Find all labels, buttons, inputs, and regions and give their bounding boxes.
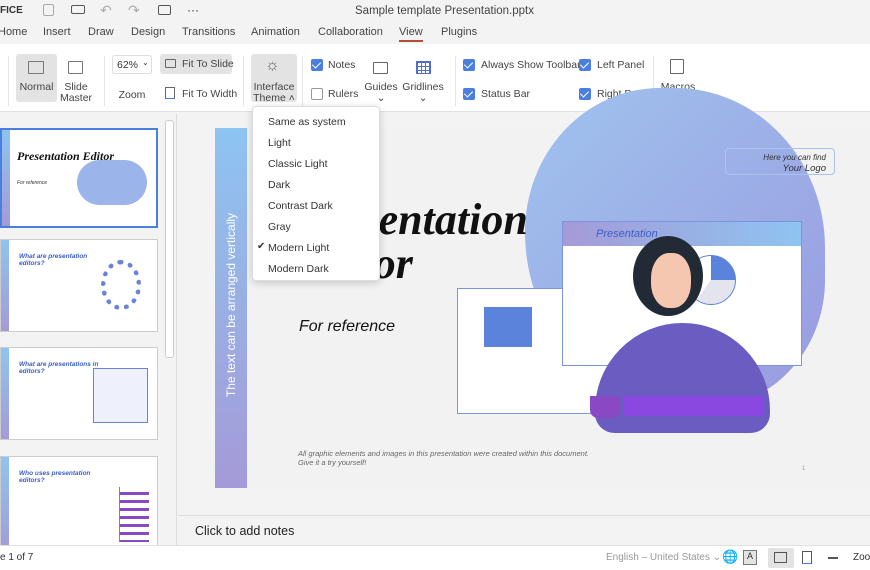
fit-slide-label: Fit To Slide <box>182 58 234 70</box>
normal-view-icon <box>28 61 44 74</box>
status-bar-label: Status Bar <box>481 88 531 100</box>
title-bar: FICE ↶ ↷ ··· Sample template Presentatio… <box>0 0 870 22</box>
left-panel-label: Left Panel <box>597 59 645 71</box>
fit-to-width-button[interactable]: Fit To Width <box>182 88 237 100</box>
logo-placeholder[interactable]: Here you can find Your Logo <box>725 148 835 175</box>
document-title: Sample template Presentation.pptx <box>355 5 534 17</box>
macros-icon <box>670 59 684 74</box>
zoom-label: Zoom <box>118 89 146 101</box>
tab-home[interactable]: Home <box>0 26 27 38</box>
status-bar: e 1 of 7 English – United States ⌄ 🌐 A Z… <box>0 545 870 570</box>
always-show-toolbar-checkbox[interactable] <box>463 59 475 71</box>
tab-plugins[interactable]: Plugins <box>441 26 477 38</box>
menu-item-contrast-dark[interactable]: Contrast Dark <box>268 200 333 212</box>
tab-insert[interactable]: Insert <box>43 26 71 38</box>
fit-slide-icon <box>165 59 176 68</box>
fit-width-icon <box>165 87 175 99</box>
guides-icon <box>373 62 388 74</box>
slide-counter: e 1 of 7 <box>0 552 34 563</box>
gridlines-icon <box>416 61 431 74</box>
fit-width-status-icon[interactable] <box>802 551 812 564</box>
illustration <box>101 260 141 310</box>
thumb-title: What are presentation editors? <box>19 253 88 267</box>
menu-item-gray[interactable]: Gray <box>268 221 291 233</box>
more-icon[interactable]: ··· <box>187 3 199 17</box>
menu-item-modern-light[interactable]: Modern Light <box>268 242 329 254</box>
tab-design[interactable]: Design <box>131 26 165 38</box>
sun-icon: ☼ <box>265 57 280 74</box>
slide-thumbnail-2[interactable]: What are presentation editors? <box>0 239 158 332</box>
guides-button[interactable]: Guides ⌄ <box>364 82 398 104</box>
redo-icon[interactable]: ↷ <box>128 2 140 19</box>
image-icon <box>484 307 532 347</box>
menu-item-same-as-system[interactable]: Same as system <box>268 116 346 128</box>
language-select[interactable]: English – United States ⌄ <box>606 552 721 563</box>
always-show-toolbar-label: Always Show Toolbar <box>481 59 581 71</box>
interface-theme-menu: Same as system Light Classic Light Dark … <box>252 106 380 281</box>
bar-chart <box>119 487 149 542</box>
slide-thumbnail-4[interactable]: Who uses presentation editors? <box>0 456 158 545</box>
globe-icon[interactable]: 🌐 <box>722 549 738 565</box>
menu-item-modern-dark[interactable]: Modern Dark <box>268 263 329 275</box>
print-icon[interactable] <box>71 5 85 14</box>
illustration <box>77 160 147 205</box>
slide-thumbnail-3[interactable]: What are presentations in editors? <box>0 347 158 440</box>
tab-view[interactable]: View <box>399 26 423 42</box>
zoom-select[interactable]: 62% ⌄ <box>112 55 152 74</box>
gridlines-button[interactable]: Gridlines ⌄ <box>402 82 444 104</box>
slide-footer[interactable]: All graphic elements and images in this … <box>298 449 589 467</box>
slide-number: 1 <box>802 466 806 472</box>
menu-item-dark[interactable]: Dark <box>268 179 290 191</box>
checkmark-icon: ✔ <box>257 241 266 252</box>
menu-item-light[interactable]: Light <box>268 137 291 149</box>
slide-master-button[interactable]: Slide Master <box>58 82 94 104</box>
spellcheck-icon[interactable]: A <box>743 550 757 565</box>
ribbon-tabs: Home Insert Draw Design Transitions Anim… <box>0 22 870 44</box>
tab-transitions[interactable]: Transitions <box>182 26 235 38</box>
thumb-title: What are presentations in editors? <box>19 361 99 375</box>
thumb-title: Who uses presentation editors? <box>19 470 91 484</box>
thumb-sub: For reference <box>17 180 48 186</box>
face <box>651 253 691 308</box>
tab-animation[interactable]: Animation <box>251 26 300 38</box>
screen-label: Presentation <box>596 228 658 240</box>
rulers-label: Rulers <box>328 88 359 100</box>
zoom-label: Zoo <box>853 552 870 563</box>
notes-label: Notes <box>328 59 356 71</box>
thumbnails-scrollbar[interactable] <box>165 120 174 358</box>
slide-thumbnails-panel: Presentation Editor For reference What a… <box>0 113 177 545</box>
interface-theme-label: Interface Theme ˄ <box>253 81 295 104</box>
chevron-down-icon: ⌄ <box>142 58 149 67</box>
tab-draw[interactable]: Draw <box>88 26 114 38</box>
status-bar-checkbox[interactable] <box>463 88 475 100</box>
left-panel-checkbox[interactable] <box>579 59 591 71</box>
toolbar: Normal Slide Master 62% ⌄ Zoom Fit To Slid… <box>0 44 870 112</box>
slide-master-icon[interactable] <box>68 61 83 74</box>
notes-checkbox[interactable] <box>311 59 323 71</box>
undo-icon[interactable]: ↶ <box>100 2 112 19</box>
cup <box>590 396 620 418</box>
vertical-text[interactable]: The text can be arranged vertically <box>224 205 238 405</box>
notes-placeholder[interactable]: Click to add notes <box>195 524 294 538</box>
keyboard <box>623 396 763 416</box>
save-icon[interactable] <box>43 4 54 16</box>
normal-label: Normal <box>19 81 54 93</box>
app-brand: FICE <box>0 5 23 16</box>
rulers-checkbox[interactable] <box>311 88 323 100</box>
slide-thumbnail-1[interactable]: Presentation Editor For reference <box>0 128 158 228</box>
slide-subtitle[interactable]: For reference <box>299 318 395 336</box>
tab-collaboration[interactable]: Collaboration <box>318 26 383 38</box>
slideshow-icon[interactable] <box>158 5 171 15</box>
notes-area[interactable]: Click to add notes <box>178 515 870 545</box>
illustration <box>93 368 148 423</box>
fit-slide-status-button[interactable] <box>768 548 794 568</box>
menu-item-classic-light[interactable]: Classic Light <box>268 158 328 170</box>
right-panel-checkbox[interactable] <box>579 88 591 100</box>
zoom-out-icon[interactable] <box>828 557 838 559</box>
